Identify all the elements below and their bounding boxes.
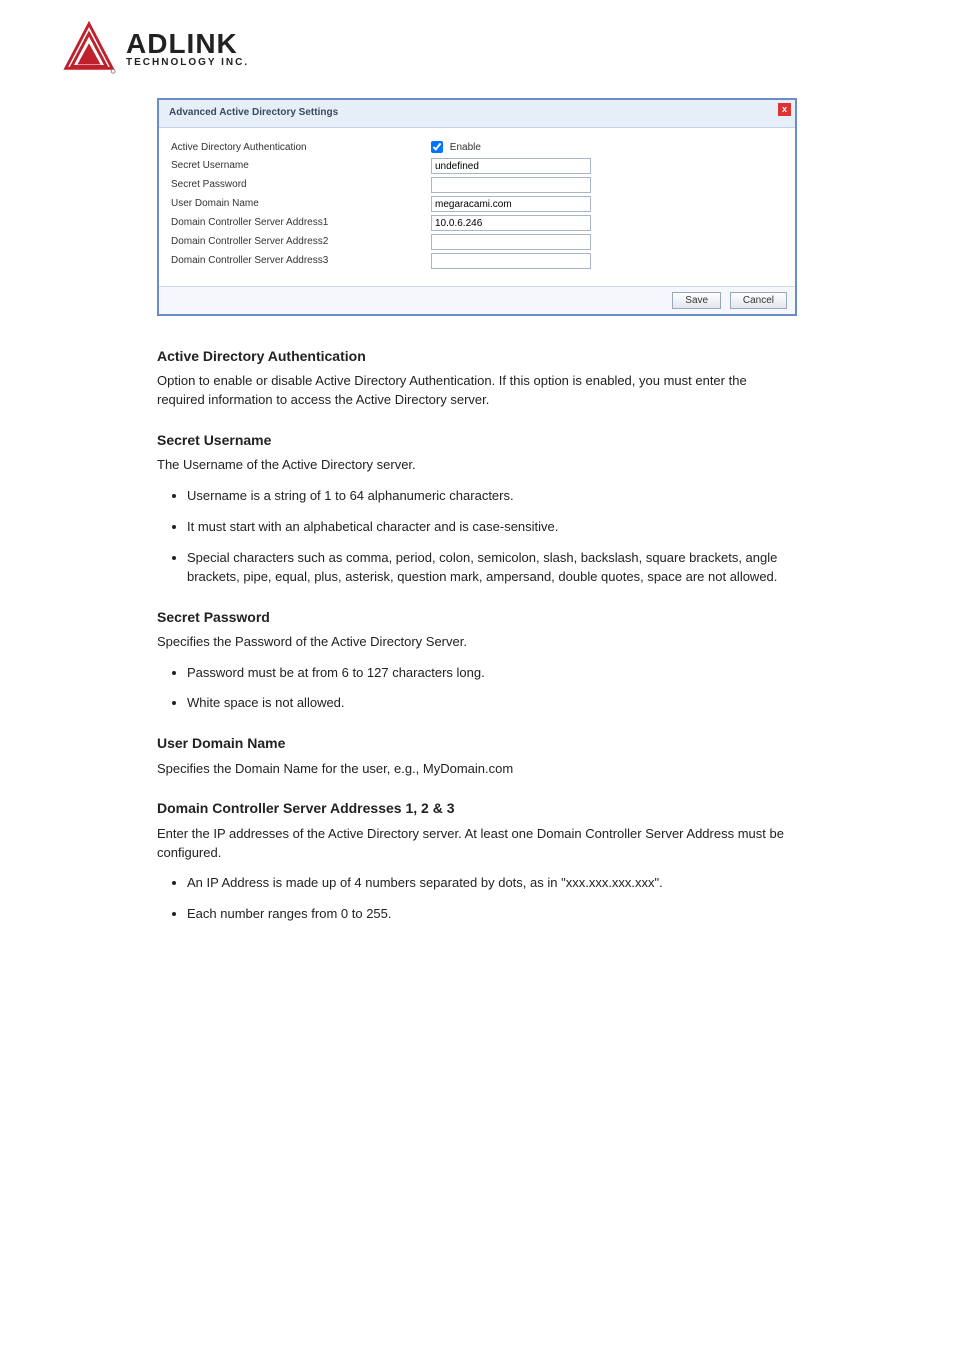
adlink-logo-icon (60, 20, 118, 78)
list-item: White space is not allowed. (187, 694, 797, 713)
dc3-label: Domain Controller Server Address3 (171, 254, 431, 269)
enable-label: Enable (450, 142, 481, 153)
dialog-title: Advanced Active Directory Settings (169, 107, 338, 118)
save-button[interactable]: Save (672, 292, 721, 309)
secret-password-input[interactable] (431, 177, 591, 193)
close-icon[interactable]: x (778, 103, 791, 116)
list-item: Password must be at from 6 to 127 charac… (187, 664, 797, 683)
section-secret-pass-text: Specifies the Password of the Active Dir… (157, 633, 797, 652)
dc1-label: Domain Controller Server Address1 (171, 216, 431, 231)
section-secret-user-text: The Username of the Active Directory ser… (157, 456, 797, 475)
section-secret-pass-heading: Secret Password (157, 607, 797, 627)
secret-username-label: Secret Username (171, 159, 431, 174)
cancel-button[interactable]: Cancel (730, 292, 787, 309)
user-domain-name-input[interactable] (431, 196, 591, 212)
section-secret-user-heading: Secret Username (157, 430, 797, 450)
section-ad-auth-text: Option to enable or disable Active Direc… (157, 372, 797, 410)
section-ad-auth-heading: Active Directory Authentication (157, 346, 797, 366)
dc2-input[interactable] (431, 234, 591, 250)
brand-name: ADLINK (126, 30, 249, 58)
dc1-input[interactable] (431, 215, 591, 231)
dialog-title-bar: Advanced Active Directory Settings x (159, 100, 795, 128)
brand-sub: TECHNOLOGY INC. (126, 58, 249, 68)
list-item: An IP Address is made up of 4 numbers se… (187, 874, 797, 893)
section-dc-text: Enter the IP addresses of the Active Dir… (157, 825, 797, 863)
list-item: It must start with an alphabetical chara… (187, 518, 797, 537)
user-domain-name-label: User Domain Name (171, 197, 431, 212)
section-dc-heading: Domain Controller Server Addresses 1, 2 … (157, 798, 797, 818)
enable-checkbox[interactable] (431, 141, 443, 153)
section-domain-name-text: Specifies the Domain Name for the user, … (157, 760, 797, 779)
dc2-label: Domain Controller Server Address2 (171, 235, 431, 250)
list-item: Username is a string of 1 to 64 alphanum… (187, 487, 797, 506)
auth-label: Active Directory Authentication (171, 141, 431, 156)
list-item: Special characters such as comma, period… (187, 549, 797, 587)
secret-username-input[interactable] (431, 158, 591, 174)
list-item: Each number ranges from 0 to 255. (187, 905, 797, 924)
secret-password-label: Secret Password (171, 178, 431, 193)
section-domain-name-heading: User Domain Name (157, 733, 797, 753)
doc-body: Active Directory Authentication Option t… (157, 346, 797, 924)
ad-settings-dialog: Advanced Active Directory Settings x Act… (157, 98, 797, 316)
brand-logo: ADLINK TECHNOLOGY INC. (60, 20, 894, 78)
dc3-input[interactable] (431, 253, 591, 269)
